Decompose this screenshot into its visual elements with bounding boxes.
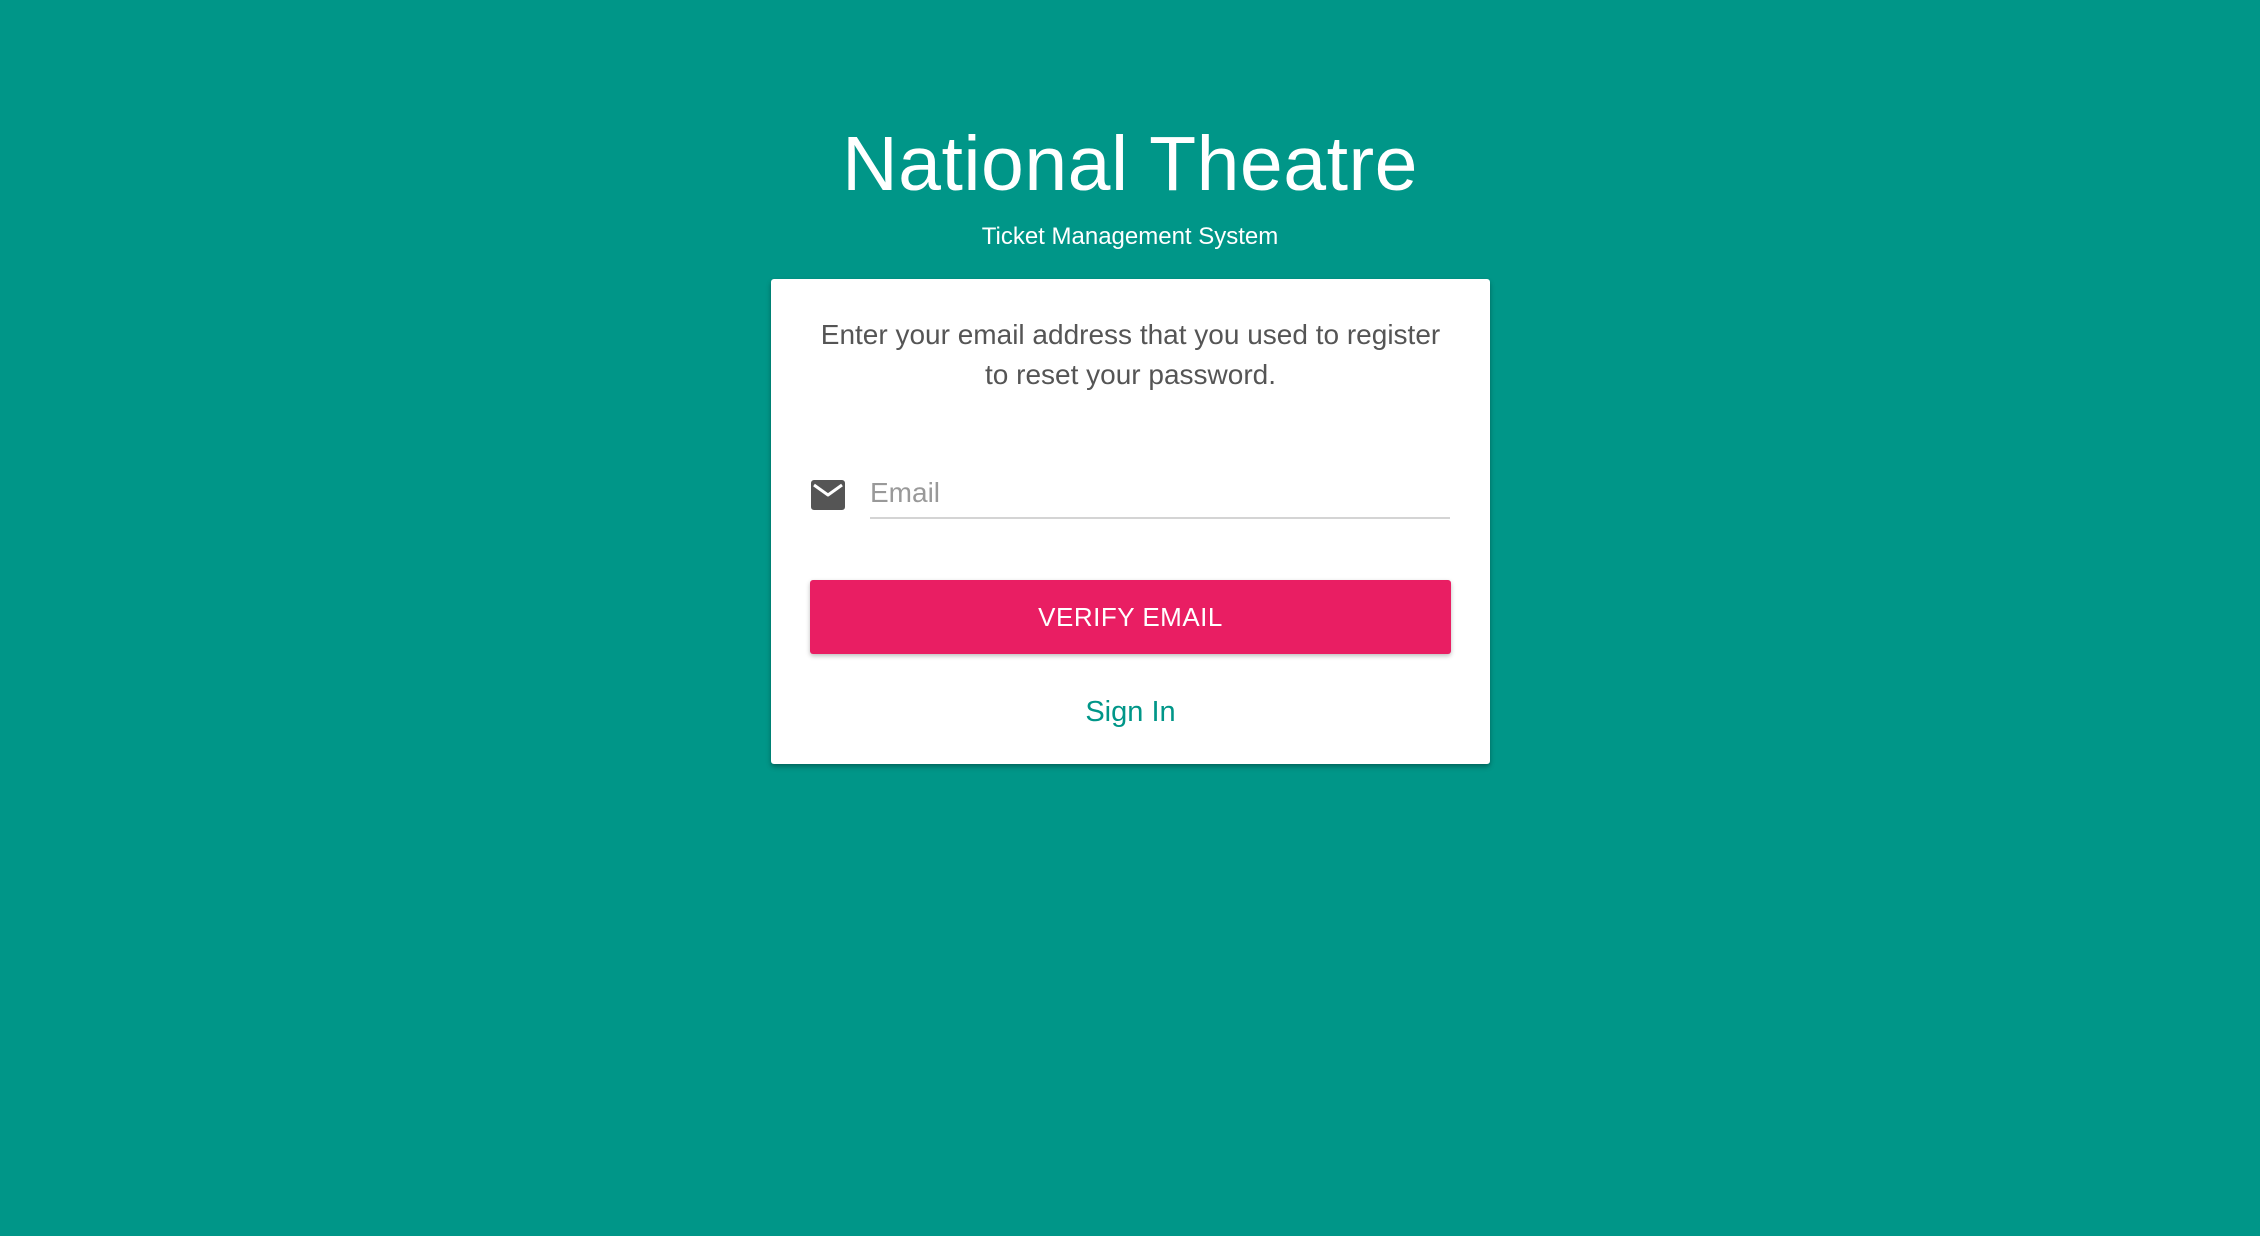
reset-password-card: Enter your email address that you used t… [771, 279, 1490, 764]
brand-header: National Theatre Ticket Management Syste… [0, 118, 2260, 252]
mail-icon [811, 480, 845, 510]
sign-in-link[interactable]: Sign In [771, 694, 1490, 730]
instruction-text: Enter your email address that you used t… [820, 319, 1441, 390]
page: National Theatre Ticket Management Syste… [0, 0, 2260, 1236]
app-title: National Theatre [842, 121, 1418, 207]
verify-email-button[interactable]: VERIFY EMAIL [810, 580, 1451, 654]
app-subtitle: Ticket Management System [981, 223, 1279, 250]
email-field[interactable] [870, 469, 1450, 519]
